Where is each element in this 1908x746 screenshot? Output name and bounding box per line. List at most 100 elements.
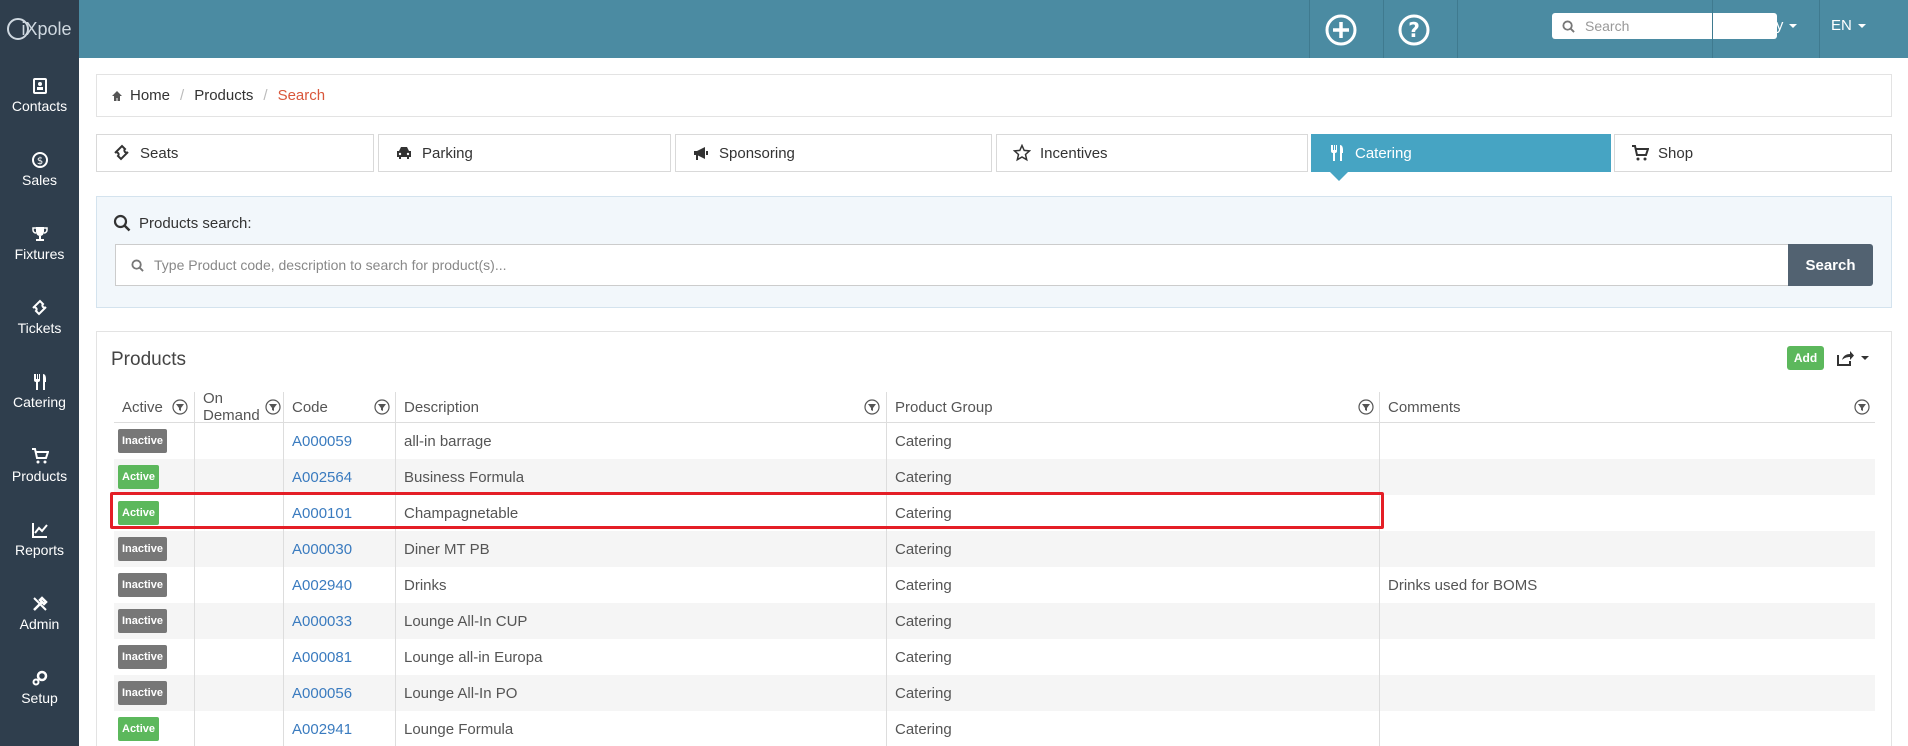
product-code-link[interactable]: A000056	[292, 685, 352, 702]
cutlery-icon	[33, 373, 46, 390]
status-badge: Active	[118, 465, 160, 489]
product-group-cell: Catering	[886, 423, 1379, 459]
product-code-link[interactable]: A000059	[292, 433, 352, 450]
product-code-link[interactable]: A002940	[292, 577, 352, 594]
car-icon	[397, 147, 411, 159]
cart-icon	[1632, 145, 1649, 161]
status-badge: Inactive	[118, 537, 167, 561]
on-demand-cell	[194, 423, 283, 459]
sidebar: iXpole Contacts $ Sales Fixtures Tickets…	[0, 0, 79, 746]
breadcrumb: Home / Products / Search	[96, 74, 1892, 117]
on-demand-cell	[194, 675, 283, 711]
sidebar-item-setup[interactable]: Setup	[0, 650, 79, 724]
on-demand-cell	[194, 567, 283, 603]
description-cell: Lounge All-In PO	[395, 675, 886, 711]
sidebar-item-fixtures[interactable]: Fixtures	[0, 206, 79, 280]
search-button[interactable]: Search	[1788, 244, 1873, 286]
sidebar-item-sales[interactable]: $ Sales	[0, 132, 79, 206]
filter-icon[interactable]	[265, 399, 281, 415]
product-code-link[interactable]: A002564	[292, 469, 352, 486]
language-menu[interactable]: EN	[1831, 17, 1866, 34]
gears-icon	[32, 670, 47, 685]
column-header-on-demand[interactable]: On Demand	[194, 390, 283, 424]
tab-label: Shop	[1658, 144, 1694, 162]
top-bar: ? Search Robby EN	[79, 0, 1908, 58]
add-button[interactable]: Add	[1787, 346, 1824, 370]
sidebar-item-label: Admin	[19, 615, 60, 632]
sidebar-item-tickets[interactable]: Tickets	[0, 280, 79, 354]
product-code-link[interactable]: A000081	[292, 649, 352, 666]
table-row[interactable]: Inactive A000030 Diner MT PB Catering	[114, 531, 1875, 567]
description-cell: Lounge Formula	[395, 711, 886, 746]
filter-icon[interactable]	[1854, 399, 1870, 415]
divider	[1457, 0, 1458, 58]
table-row[interactable]: Inactive A000056 Lounge All-In PO Cateri…	[114, 675, 1875, 711]
product-code-link[interactable]: A002941	[292, 721, 352, 738]
search-title: Products search:	[113, 214, 252, 232]
status-badge: Inactive	[118, 645, 167, 669]
sidebar-item-admin[interactable]: Admin	[0, 576, 79, 650]
filter-icon[interactable]	[1358, 399, 1374, 415]
sidebar-item-label: Contacts	[11, 97, 68, 114]
divider	[1712, 0, 1713, 58]
column-header-code[interactable]: Code	[283, 392, 395, 422]
table-row[interactable]: Inactive A002940 Drinks Catering Drinks …	[114, 567, 1875, 603]
row-highlight-box	[110, 492, 1384, 529]
divider	[1819, 0, 1820, 58]
filter-icon[interactable]	[374, 399, 390, 415]
tab-label: Seats	[140, 144, 179, 162]
table-row[interactable]: Active A002941 Lounge Formula Catering	[114, 711, 1875, 746]
column-header-active[interactable]: Active	[114, 392, 194, 422]
description-cell: Business Formula	[395, 459, 886, 495]
sidebar-item-reports[interactable]: Reports	[0, 502, 79, 576]
chevron-down-icon	[1789, 23, 1798, 28]
comments-cell	[1379, 459, 1875, 495]
filter-icon[interactable]	[864, 399, 880, 415]
search-placeholder: Search	[1585, 18, 1630, 34]
filter-icon[interactable]	[172, 399, 188, 415]
star-icon	[1013, 144, 1031, 162]
table-row[interactable]: Inactive A000081 Lounge all-in Europa Ca…	[114, 639, 1875, 675]
breadcrumb-separator: /	[180, 87, 185, 104]
tab-sponsoring[interactable]: Sponsoring	[675, 134, 992, 172]
search-icon	[1562, 19, 1575, 33]
sidebar-item-products[interactable]: Products	[0, 428, 79, 502]
tab-incentives[interactable]: Incentives	[996, 134, 1308, 172]
column-header-comments[interactable]: Comments	[1379, 392, 1875, 422]
comments-cell	[1379, 711, 1875, 746]
tab-catering[interactable]: Catering	[1311, 134, 1611, 172]
table-row[interactable]: Active A002564 Business Formula Catering	[114, 459, 1875, 495]
tools-icon	[32, 595, 48, 611]
dollar-icon: $	[31, 151, 48, 168]
description-cell: Lounge All-In CUP	[395, 603, 886, 639]
breadcrumb-products[interactable]: Products	[194, 87, 253, 104]
products-title: Products	[111, 349, 186, 370]
table-row[interactable]: Inactive A000059 all-in barrage Catering	[114, 423, 1875, 459]
tab-label: Incentives	[1040, 144, 1108, 162]
column-header-description[interactable]: Description	[395, 392, 886, 422]
trophy-icon	[31, 226, 48, 241]
logo[interactable]: iXpole	[0, 0, 79, 58]
tab-shop[interactable]: Shop	[1614, 134, 1892, 172]
sidebar-item-label: Fixtures	[14, 245, 65, 262]
megaphone-icon	[694, 147, 708, 160]
breadcrumb-current: Search	[277, 87, 326, 104]
share-icon	[1837, 351, 1854, 366]
search-icon	[131, 258, 144, 272]
table-row[interactable]: Inactive A000033 Lounge All-In CUP Cater…	[114, 603, 1875, 639]
add-circle-icon[interactable]	[1324, 13, 1358, 47]
column-header-product-group[interactable]: Product Group	[886, 392, 1379, 422]
product-search-input[interactable]: Type Product code, description to search…	[115, 244, 1788, 286]
tab-parking[interactable]: Parking	[378, 134, 671, 172]
breadcrumb-home[interactable]: Home	[130, 87, 170, 104]
sidebar-item-contacts[interactable]: Contacts	[0, 58, 79, 132]
product-code-link[interactable]: A000030	[292, 541, 352, 558]
help-icon[interactable]: ?	[1397, 13, 1431, 47]
user-menu[interactable]: Robby	[1740, 17, 1798, 34]
product-group-cell: Catering	[886, 639, 1379, 675]
comments-cell	[1379, 639, 1875, 675]
export-button[interactable]	[1836, 346, 1876, 370]
sidebar-item-catering[interactable]: Catering	[0, 354, 79, 428]
product-code-link[interactable]: A000033	[292, 613, 352, 630]
tab-seats[interactable]: Seats	[96, 134, 374, 172]
